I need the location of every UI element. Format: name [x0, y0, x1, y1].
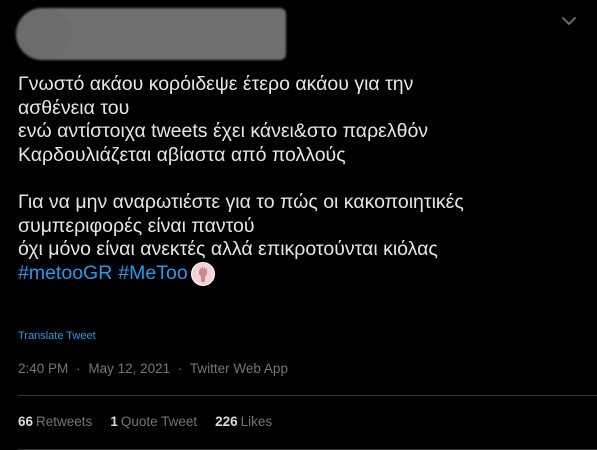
redacted-author-info [16, 8, 286, 60]
retweets-stat[interactable]: 66 Retweets [18, 414, 92, 429]
meta-separator: · [76, 361, 81, 376]
hashtag-line: #metooGR #MeToo [18, 261, 588, 286]
divider [18, 395, 597, 396]
tweet-header [12, 6, 582, 60]
likes-label: Likes [240, 414, 273, 429]
hashtag-metoo-link[interactable]: #MeToo [118, 262, 187, 286]
tweet-stats: 66 Retweets 1 Quote Tweet 226 Likes [18, 414, 272, 429]
tweet-line: Γνωστό ακάου κορόιδεψε έτερο ακάου για τ… [18, 73, 414, 95]
tweet-line: ασθένεια του [18, 96, 130, 119]
tweet-line: Για να μην αναρωτιέστε για το πώς οι κακ… [18, 190, 464, 213]
tweet-meta: 2:40 PM · May 12, 2021 · Twitter Web App [18, 361, 288, 376]
tweet-line: συμπεριφορές είναι παντού [18, 214, 255, 237]
meta-separator: · [177, 361, 183, 376]
likes-stat[interactable]: 226 Likes [215, 414, 272, 429]
tweet-text: Γνωστό ακάου κορόιδεψε έτερο ακάου για τ… [18, 73, 588, 286]
tweet-card: Γνωστό ακάου κορόιδεψε έτερο ακάου για τ… [0, 0, 597, 450]
quote-tweets-stat[interactable]: 1 Quote Tweet [110, 414, 197, 429]
translate-tweet-link[interactable]: Translate Tweet [18, 330, 96, 342]
tweet-date[interactable]: May 12, 2021 [88, 361, 170, 376]
tweet-line: Καρδουλιάζεται αβίαστα από πολλούς [18, 143, 346, 166]
chevron-down-icon[interactable] [560, 12, 578, 30]
retweets-count: 66 [18, 414, 34, 429]
quotes-count: 1 [110, 414, 118, 429]
tweet-line: όχι μόνο είναι ανεκτές αλλά επικροτούντα… [18, 238, 438, 261]
quotes-label: Quote Tweet [120, 414, 198, 429]
tweet-time[interactable]: 2:40 PM [18, 361, 68, 376]
tweet-line: ενώ αντίστοιχα tweets έχει κάνει&στο παρ… [18, 120, 429, 143]
retweets-label: Retweets [36, 414, 93, 429]
hashtag-metoogr-link[interactable]: #metooGR [18, 262, 112, 286]
likes-count: 226 [215, 414, 238, 429]
tweet-source: Twitter Web App [189, 361, 288, 376]
raised-fist-emoji-icon [190, 261, 215, 286]
